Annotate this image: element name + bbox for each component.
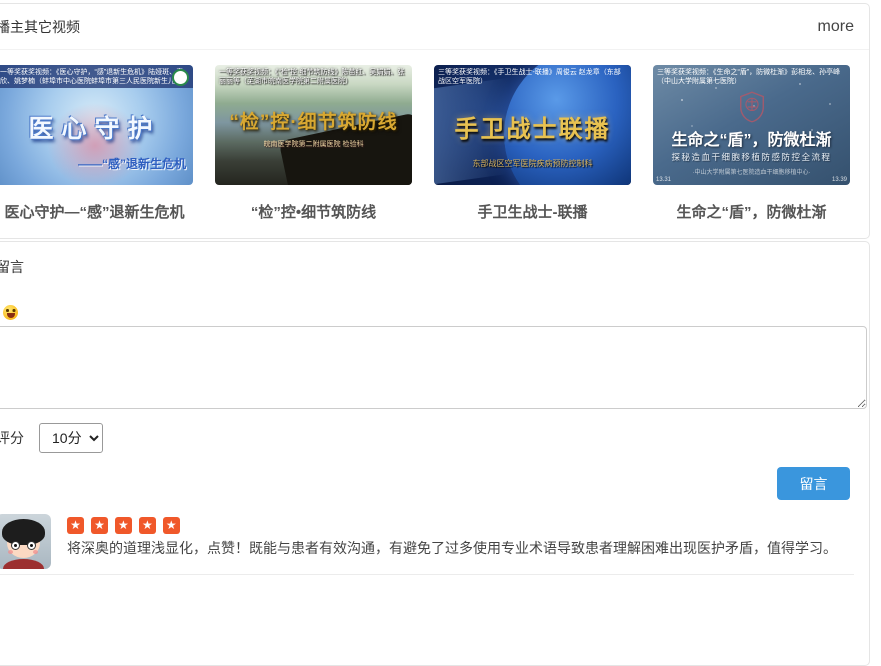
comment-item: ★ ★ ★ ★ ★ 将深奥的道理浅显化，点赞！既能与患者有效沟通，有避免了过多使… [0,514,854,575]
thumb-title-overlay: 手卫战士联播 [434,109,631,144]
star-icon: ★ [139,517,156,534]
thumb-subtitle-overlay: 东部战区空军医院疾病预防控制科 [434,158,631,169]
video-thumbnail-2[interactable]: 一等奖获奖视频：《“检”控·细节筑防线》陈苗红、吴娟娟、张丽丽等（芜湖市皖南医学… [215,65,412,185]
thumb-subtitle-overlay: ——“感”退新生危机 [78,155,186,172]
thumb-corner-number: 13.31 [656,177,671,183]
thumb-corner-number: 13.39 [832,177,847,183]
submit-row: 留言 [0,467,850,500]
other-videos-card: 播主其它视频 more 一等奖获奖视频：《医心守护，“感”退新生危机》陆娅斑、秦… [0,3,870,239]
comment-textarea[interactable] [0,326,867,409]
award-banner-text: 三等奖获奖视频：《生命之“盾”，防微杜渐》彭相龙、孙亭峰（中山大学附属第七医院） [653,65,850,88]
video-thumbnail-3[interactable]: 三等奖获奖视频：《手卫生战士-联播》周俊云 赵龙章（东部战区空军医院） 手卫战士… [434,65,631,185]
thumb-title-overlay: “检”控·细节筑防线 [215,107,412,134]
network-dots-graphic [681,99,683,101]
videos-row: 一等奖获奖视频：《医心守护，“感”退新生危机》陆娅斑、秦欣、姚梦楠（蚌埠市中心医… [0,50,869,238]
thumb-title-overlay: 医心守护 [0,109,193,145]
hospital-logo-icon [172,69,189,86]
thumb-subtitle-overlay: 探秘造血干细胞移植防感防控全流程 [653,151,850,163]
star-icon: ★ [115,517,132,534]
video-thumbnail-4[interactable]: 三等奖获奖视频：《生命之“盾”，防微杜渐》彭相龙、孙亭峰（中山大学附属第七医院）… [653,65,850,185]
score-row: 评分 10分 [0,423,869,453]
video-item-2: 一等奖获奖视频：《“检”控·细节筑防线》陈苗红、吴娟娟、张丽丽等（芜湖市皖南医学… [215,65,412,222]
thumb-title-overlay: 生命之“盾”，防微杜渐 [653,126,850,150]
other-videos-title: 播主其它视频 [0,17,80,37]
comments-card: 留言 评分 10分 留言 [0,241,870,666]
smiley-emoji-icon[interactable] [3,305,18,320]
video-thumbnail-1[interactable]: 一等奖获奖视频：《医心守护，“感”退新生危机》陆娅斑、秦欣、姚梦楠（蚌埠市中心医… [0,65,193,185]
submit-comment-button[interactable]: 留言 [777,467,850,500]
comments-title: 留言 [0,242,869,289]
star-icon: ★ [163,517,180,534]
score-select[interactable]: 10分 [39,423,103,453]
video-item-1: 一等奖获奖视频：《医心守护，“感”退新生危机》陆娅斑、秦欣、姚梦楠（蚌埠市中心医… [0,65,193,222]
video-caption-3[interactable]: 手卫生战士-联播 [434,201,631,222]
comment-text: 将深奥的道理浅显化，点赞！既能与患者有效沟通，有避免了过多使用专业术语导致患者理… [67,540,837,557]
other-videos-header: 播主其它视频 more [0,4,869,50]
star-rating: ★ ★ ★ ★ ★ [67,517,837,534]
star-icon: ★ [91,517,108,534]
award-banner-text: 一等奖获奖视频：《“检”控·细节筑防线》陈苗红、吴娟娟、张丽丽等（芜湖市皖南医学… [215,65,412,88]
award-banner-text: 三等奖获奖视频：《手卫生战士-联播》周俊云 赵龙章（东部战区空军医院） [434,65,631,88]
emoji-row [0,289,869,320]
video-caption-1[interactable]: 医心守护—“感”退新生危机 [0,201,193,222]
score-label: 评分 [0,428,24,448]
more-link[interactable]: more [818,18,854,36]
video-item-4: 三等奖获奖视频：《生命之“盾”，防微杜渐》彭相龙、孙亭峰（中山大学附属第七医院）… [653,65,850,222]
video-caption-2[interactable]: “检”控•细节筑防线 [215,201,412,222]
page: 播主其它视频 more 一等奖获奖视频：《医心守护，“感”退新生危机》陆娅斑、秦… [0,0,870,666]
video-item-3: 三等奖获奖视频：《手卫生战士-联播》周俊云 赵龙章（东部战区空军医院） 手卫战士… [434,65,631,222]
award-banner-text: 一等奖获奖视频：《医心守护，“感”退新生危机》陆娅斑、秦欣、姚梦楠（蚌埠市中心医… [0,65,193,88]
thumb-footer-overlay: ·中山大学附属第七医院造血干细胞移植中心· [653,167,850,176]
star-icon: ★ [67,517,84,534]
avatar [0,514,51,569]
comment-body: ★ ★ ★ ★ ★ 将深奥的道理浅显化，点赞！既能与患者有效沟通，有避免了过多使… [67,514,837,569]
shield-emblem-icon [739,91,765,123]
video-caption-4[interactable]: 生命之“盾”，防微杜渐 [653,201,850,222]
thumb-subtitle-overlay: 皖南医学院第二附属医院 检验科 [215,139,412,149]
